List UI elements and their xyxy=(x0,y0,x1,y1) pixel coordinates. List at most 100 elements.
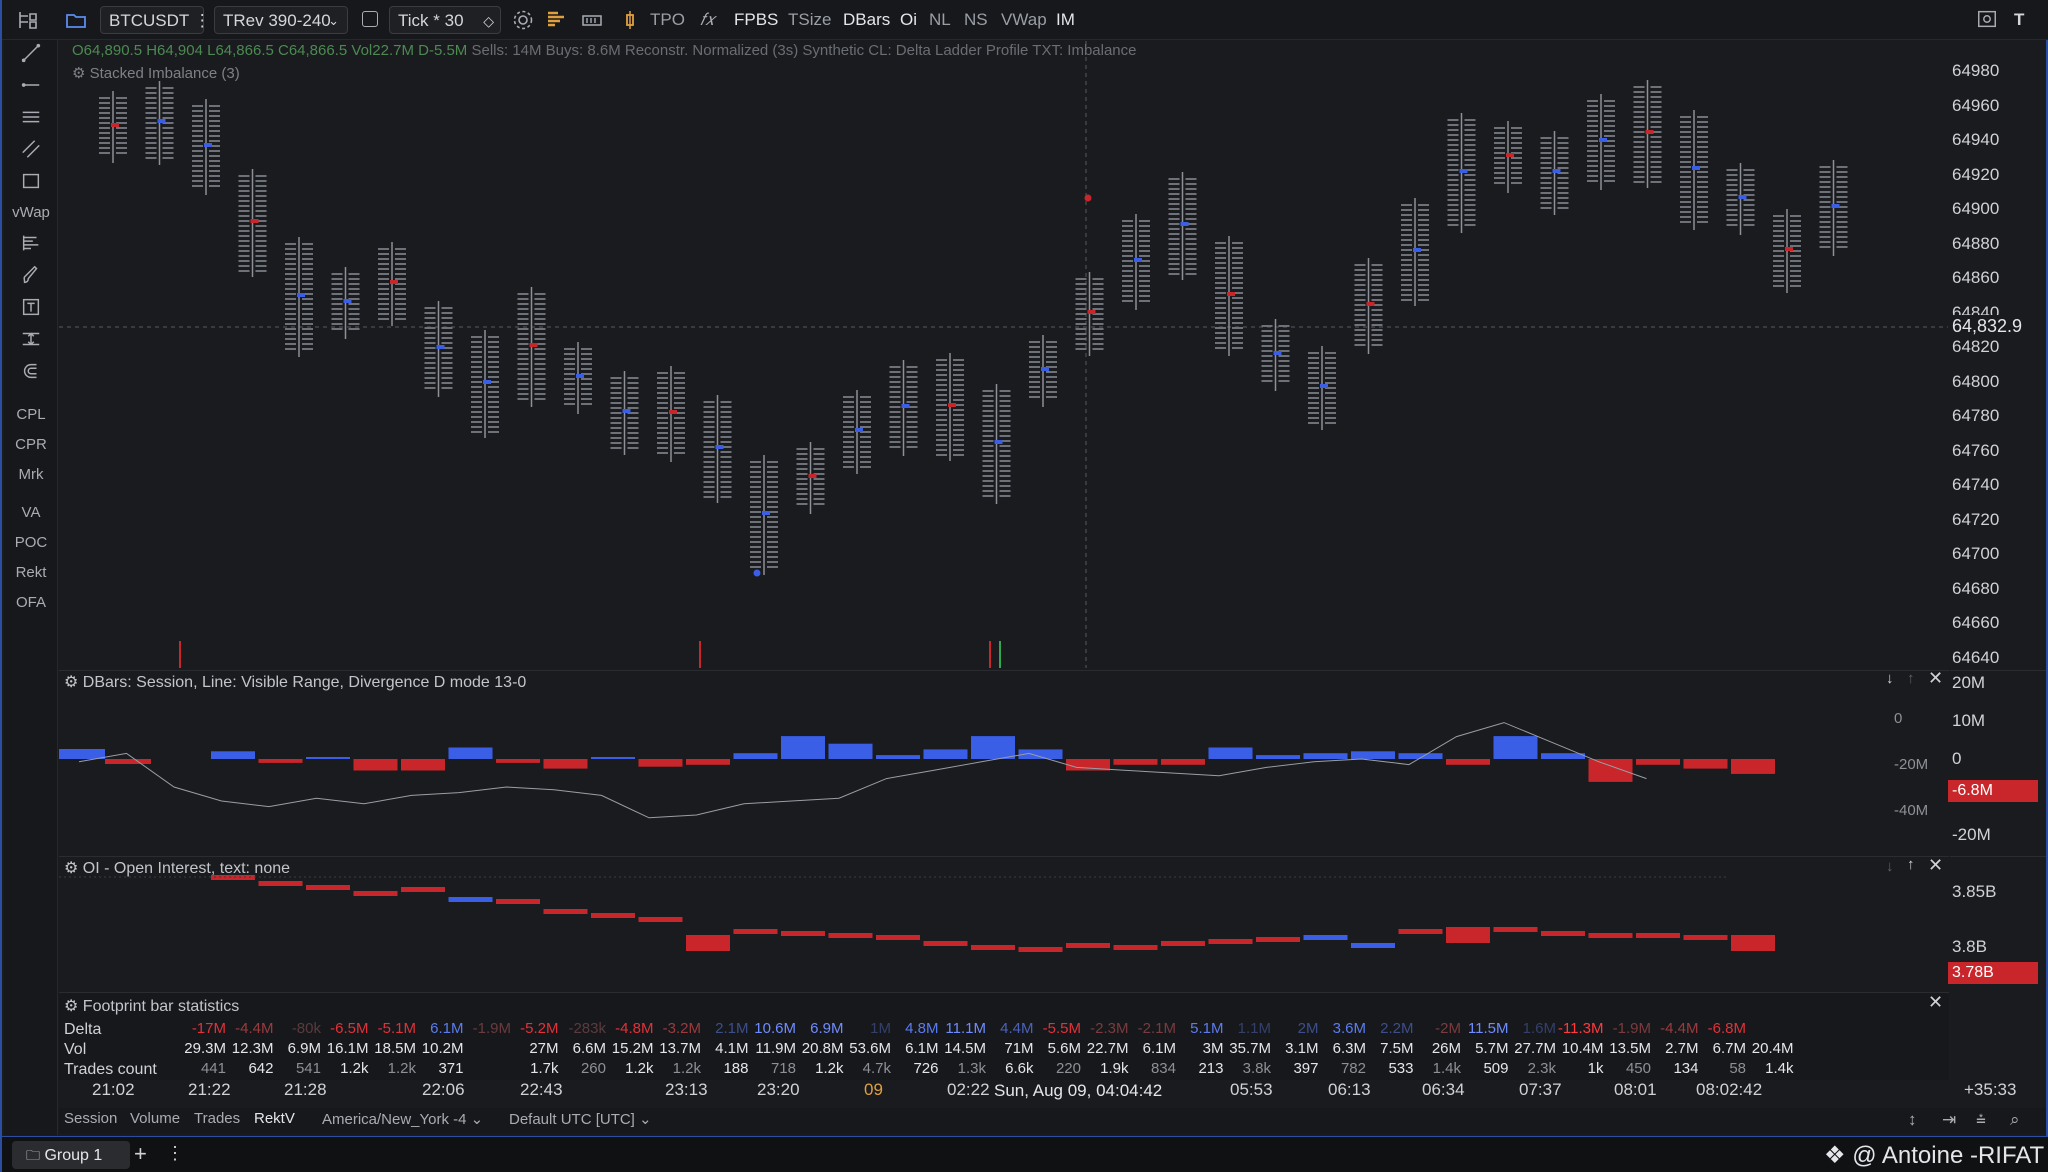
footprint-candle[interactable] xyxy=(1819,160,1848,256)
delta-bar[interactable] xyxy=(1256,755,1300,759)
delta-bar[interactable] xyxy=(105,759,151,764)
oi-bar[interactable] xyxy=(733,929,778,934)
tool-mrk[interactable]: Mrk xyxy=(12,466,50,483)
text-tool-button[interactable]: T xyxy=(2014,6,2024,34)
footprint-candle[interactable] xyxy=(192,99,220,195)
footprint-candle[interactable] xyxy=(1447,113,1476,233)
screenshot-icon[interactable] xyxy=(1976,8,1998,30)
oi-toggle[interactable]: Oi xyxy=(900,6,917,34)
oi-bar[interactable] xyxy=(1303,935,1348,940)
footprint-candle[interactable] xyxy=(703,395,732,503)
trendline-icon[interactable] xyxy=(20,42,42,64)
footprint-chart[interactable] xyxy=(59,41,1949,668)
measure-icon[interactable] xyxy=(20,328,42,350)
footprint-candle[interactable] xyxy=(1215,236,1243,356)
group-tab[interactable]: 🗀 Group 1 xyxy=(12,1141,130,1169)
oi-bar[interactable] xyxy=(971,945,1015,950)
dbars-title[interactable]: ⚙ DBars: Session, Line: Visible Range, D… xyxy=(64,672,526,692)
oi-bar[interactable] xyxy=(306,885,350,890)
tool-cpr[interactable]: CPR xyxy=(12,436,50,453)
oi-bar[interactable] xyxy=(1208,939,1253,944)
auto-scale-icon[interactable]: ↕ xyxy=(1908,1110,1917,1130)
candle-icon[interactable] xyxy=(618,8,642,32)
group-menu-icon[interactable]: ⋮ xyxy=(166,1143,184,1164)
parallel-lines-icon[interactable] xyxy=(20,106,42,128)
oi-bar[interactable] xyxy=(1493,927,1538,932)
rektv-tab[interactable]: RektV xyxy=(254,1110,295,1127)
im-toggle[interactable]: IM xyxy=(1056,6,1075,34)
delta-bar[interactable] xyxy=(1161,759,1205,765)
footprint-candle[interactable] xyxy=(1494,121,1522,193)
oi-bar[interactable] xyxy=(1066,943,1110,948)
oi-bar[interactable] xyxy=(638,917,683,922)
dbars-toggle[interactable]: DBars xyxy=(843,6,890,34)
text-box-icon[interactable] xyxy=(20,296,42,318)
nl-toggle[interactable]: NL xyxy=(929,6,951,34)
delta-bar[interactable] xyxy=(59,749,105,759)
gear-icon[interactable]: ⚙ xyxy=(64,674,78,691)
footprint-candle[interactable] xyxy=(1029,335,1057,407)
move-up-icon[interactable]: ↑ xyxy=(1907,670,1915,687)
delta-bar[interactable] xyxy=(211,751,255,759)
volume-tab[interactable]: Volume xyxy=(130,1110,180,1127)
footprint-candle[interactable] xyxy=(1587,94,1615,190)
oi-bar[interactable] xyxy=(1161,941,1205,946)
move-up-icon[interactable]: ↑ xyxy=(1907,856,1915,873)
oi-bar[interactable] xyxy=(496,899,540,904)
utc-dropdown[interactable]: Default UTC [UTC] ⌄ xyxy=(509,1110,652,1128)
oi-bar[interactable] xyxy=(876,935,920,940)
stacked-imbalance-label[interactable]: ⚙ Stacked Imbalance (3) xyxy=(72,64,240,82)
footprint-candle[interactable] xyxy=(1773,209,1801,293)
footprint-candle[interactable] xyxy=(285,237,313,357)
tool-va[interactable]: VA xyxy=(12,504,50,521)
function-icon[interactable]: 𝑓𝑥 xyxy=(700,6,715,34)
footprint-candle[interactable] xyxy=(1354,258,1383,354)
profile-tool-icon[interactable] xyxy=(20,232,42,254)
delta-bar[interactable] xyxy=(1113,759,1158,765)
footprint-candle[interactable] xyxy=(378,242,406,326)
oi-bar[interactable] xyxy=(1398,929,1443,934)
footprint-candle[interactable] xyxy=(564,342,592,414)
channel-icon[interactable] xyxy=(20,138,42,160)
oi-bar[interactable] xyxy=(1588,933,1633,938)
trades-tab[interactable]: Trades xyxy=(194,1110,240,1127)
tsize-toggle[interactable]: TSize xyxy=(788,6,831,34)
delta-bars-chart[interactable] xyxy=(59,671,1949,855)
delta-bar[interactable] xyxy=(686,759,730,765)
gear-icon[interactable]: ⚙ xyxy=(72,65,85,82)
ns-toggle[interactable]: NS xyxy=(964,6,988,34)
footprint-candle[interactable] xyxy=(1540,131,1569,215)
footprint-candle[interactable] xyxy=(657,366,685,462)
oi-pane[interactable] xyxy=(59,856,1949,990)
delta-bar[interactable] xyxy=(971,736,1015,759)
folder-icon[interactable] xyxy=(64,8,88,32)
tool-rekt[interactable]: Rekt xyxy=(12,564,50,581)
footprint-candle[interactable] xyxy=(610,371,639,455)
footprint-candle[interactable] xyxy=(517,287,546,407)
oi-bar[interactable] xyxy=(1113,945,1158,950)
footprint-candle[interactable] xyxy=(1122,214,1150,310)
tpo-toggle[interactable]: TPO xyxy=(650,6,685,34)
scroll-to-end-icon[interactable]: ⇥ xyxy=(1942,1110,1956,1130)
footprint-candle[interactable] xyxy=(936,353,964,461)
footprint-icon[interactable] xyxy=(580,8,604,32)
delta-bar[interactable] xyxy=(448,747,493,760)
brush-icon[interactable] xyxy=(20,264,42,286)
oi-bar[interactable] xyxy=(923,941,968,946)
oi-bar[interactable] xyxy=(1256,937,1300,942)
footprint-candle[interactable] xyxy=(1633,80,1662,188)
tool-vwap[interactable]: vWap xyxy=(12,204,50,221)
oi-bar[interactable] xyxy=(781,931,825,936)
footprint-candle[interactable] xyxy=(889,360,918,456)
delta-bar[interactable] xyxy=(923,749,968,759)
delta-bar[interactable] xyxy=(828,743,873,759)
footprint-candle[interactable] xyxy=(1726,163,1755,235)
oi-bar[interactable] xyxy=(686,935,730,951)
oi-bar[interactable] xyxy=(591,913,635,918)
close-icon[interactable]: ✕ xyxy=(1928,992,1943,1013)
delta-bar[interactable] xyxy=(353,759,398,771)
footprint-candle[interactable] xyxy=(982,384,1011,504)
oi-bar[interactable] xyxy=(401,887,445,892)
tool-ofa[interactable]: OFA xyxy=(12,594,50,611)
oi-bar[interactable] xyxy=(353,891,398,896)
